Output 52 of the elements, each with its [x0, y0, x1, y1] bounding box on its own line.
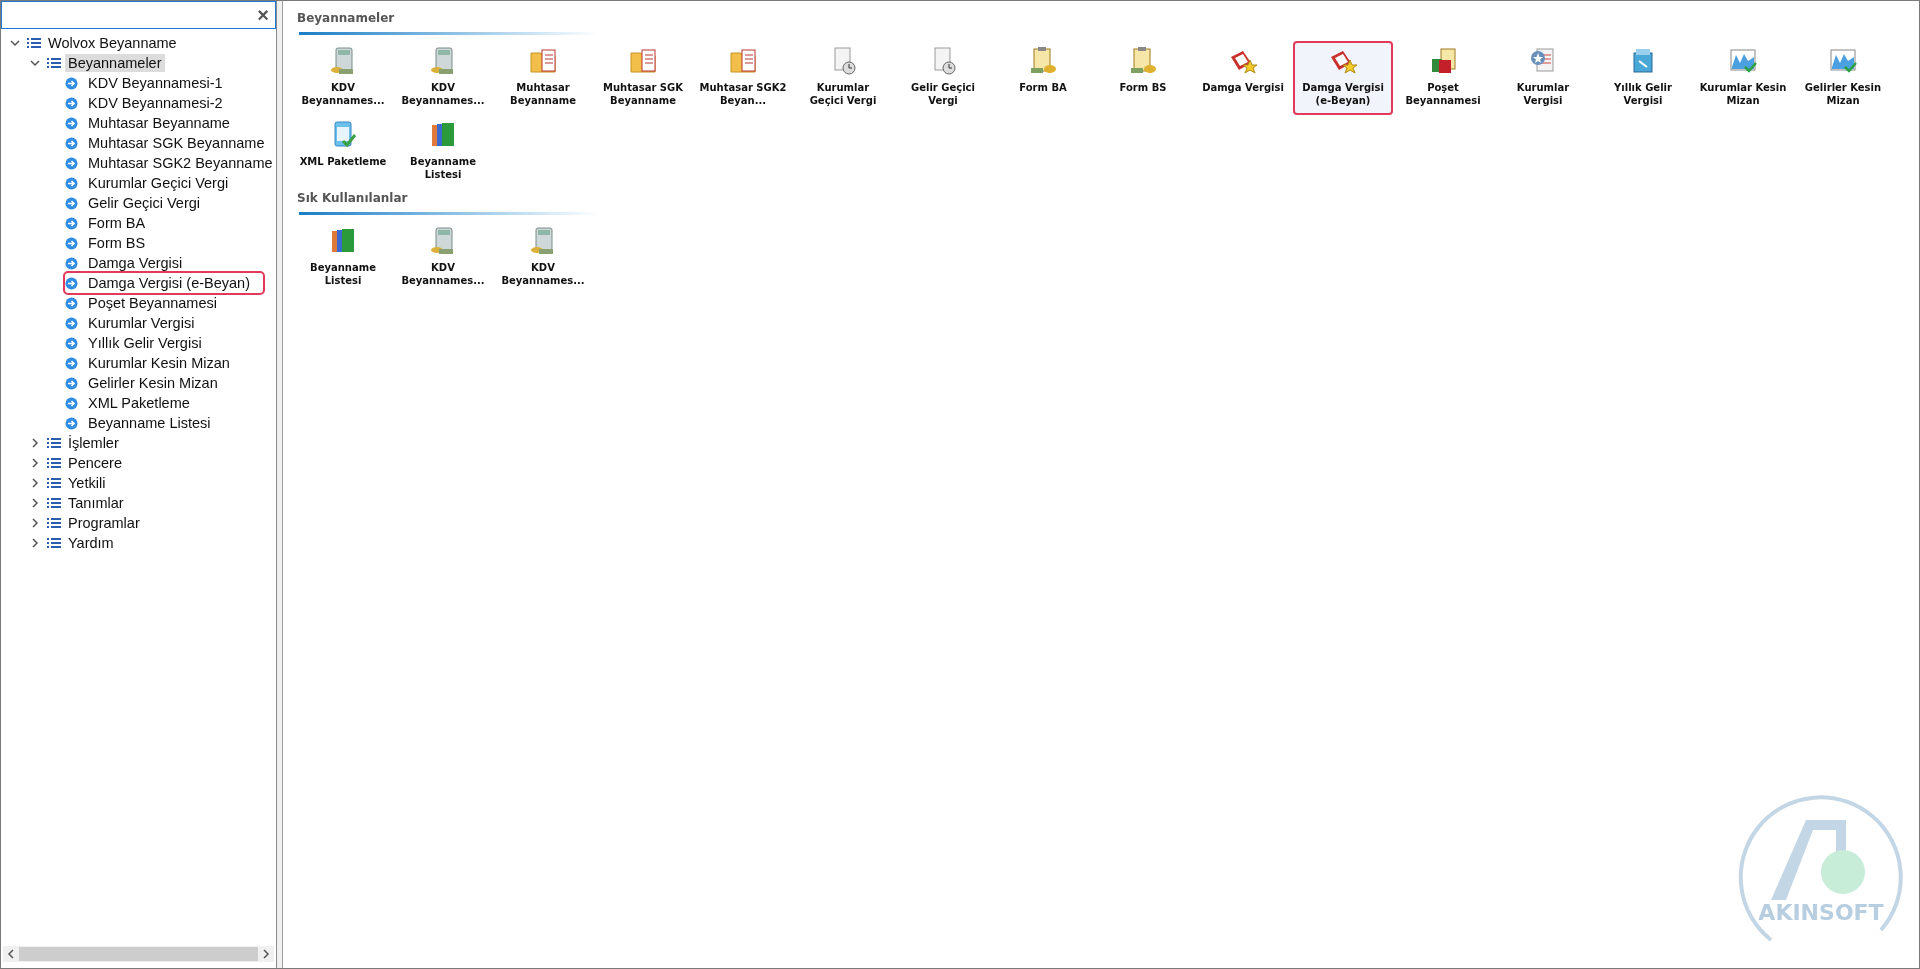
shortcut-tile[interactable]: XML Paketleme	[293, 115, 393, 189]
shortcut-tile[interactable]: Kurumlar Vergisi	[1493, 41, 1593, 115]
shortcut-tile[interactable]: KDV Beyannames...	[393, 41, 493, 115]
tree-item[interactable]: Damga Vergisi	[65, 253, 196, 273]
clear-button[interactable]: ×	[255, 5, 271, 25]
shortcut-tile[interactable]: Yıllık Gelir Vergisi	[1593, 41, 1693, 115]
tree-item[interactable]: Poşet Beyannamesi	[65, 293, 230, 313]
tree-item[interactable]: XML Paketleme	[65, 393, 203, 413]
tree-item[interactable]: Yıllık Gelir Vergisi	[65, 333, 215, 353]
tree-item[interactable]: Tanımlar	[65, 494, 127, 512]
tree-item[interactable]: Gelir Geçici Vergi	[65, 193, 213, 213]
shortcut-tile[interactable]: Beyanname Listesi	[293, 221, 393, 295]
tree-item[interactable]: Muhtasar SGK2 Beyanname	[65, 153, 276, 173]
shortcut-tile[interactable]: Kurumlar Geçici Vergi	[793, 41, 893, 115]
shortcut-tile[interactable]: Damga Vergisi	[1193, 41, 1293, 115]
shortcut-tile[interactable]: Poşet Beyannamesi	[1393, 41, 1493, 115]
shortcut-tile[interactable]: KDV Beyannames...	[393, 221, 493, 295]
tree-item[interactable]: İşlemler	[65, 434, 122, 452]
tree-item[interactable]: Kurumlar Geçici Vergi	[65, 173, 242, 193]
shortcut-tile[interactable]: Form BA	[993, 41, 1093, 115]
shortcut-tile[interactable]: Muhtasar SGK2 Beyan...	[693, 41, 793, 115]
tree-item[interactable]: Damga Vergisi (e-Beyan)	[65, 273, 263, 293]
shortcut-tile[interactable]: Gelir Geçici Vergi	[893, 41, 993, 115]
shortcut-tile[interactable]: Muhtasar Beyanname	[493, 41, 593, 115]
logo-drawing: AKINSOFT	[1731, 780, 1911, 960]
section-title: Beyannameler	[296, 10, 396, 27]
tree-item[interactable]: Form BA	[65, 213, 159, 233]
tree-item[interactable]: Yardım	[65, 534, 117, 552]
shortcut-tile[interactable]: Form BS	[1093, 41, 1193, 115]
tree-item[interactable]: Beyanname Listesi	[65, 413, 224, 433]
tree-item[interactable]: Gelirler Kesin Mizan	[65, 373, 231, 393]
tree-item[interactable]: Muhtasar SGK Beyanname	[65, 133, 276, 153]
tree-item[interactable]: Beyannameler	[65, 54, 165, 72]
tree-item[interactable]: Form BS	[65, 233, 159, 253]
section-title: Sık Kullanılanlar	[296, 190, 409, 207]
tree-item[interactable]: Wolvox Beyanname	[45, 34, 180, 52]
shortcut-tile[interactable]: KDV Beyannames...	[493, 221, 593, 295]
search-field[interactable]: ×	[1, 1, 276, 29]
tree-item[interactable]: Programlar	[65, 514, 143, 532]
shortcut-tile[interactable]: Damga Vergisi (e-Beyan)	[1293, 41, 1393, 115]
shortcut-tile[interactable]: Muhtasar SGK Beyanname	[593, 41, 693, 115]
shortcut-tile[interactable]: KDV Beyannames...	[293, 41, 393, 115]
shortcut-tile[interactable]: Beyanname Listesi	[393, 115, 493, 189]
shortcut-tile[interactable]: Gelirler Kesin Mizan	[1793, 41, 1893, 115]
tree-item[interactable]: KDV Beyannamesi-2	[65, 93, 236, 113]
shortcut-tile[interactable]: Kurumlar Kesin Mizan	[1693, 41, 1793, 115]
tree-item[interactable]: Yetkili	[65, 474, 109, 492]
tree-item[interactable]: Pencere	[65, 454, 125, 472]
tree-item[interactable]: Kurumlar Vergisi	[65, 313, 208, 333]
tree-item[interactable]: Kurumlar Kesin Mizan	[65, 353, 243, 373]
tree-item[interactable]: Muhtasar Beyanname	[65, 113, 243, 133]
tree-item[interactable]: KDV Beyannamesi-1	[65, 73, 236, 93]
